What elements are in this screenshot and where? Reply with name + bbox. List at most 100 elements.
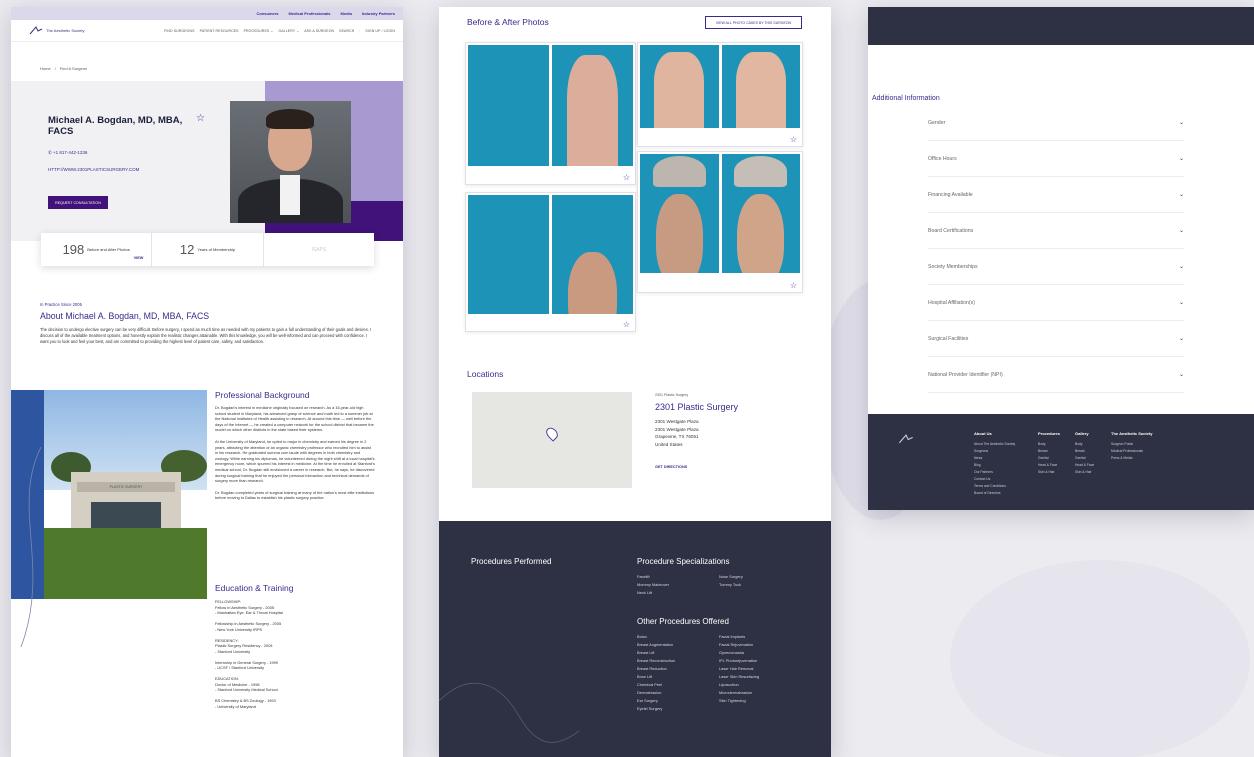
footer-link[interactable]: Skin & Hair [1075,470,1094,474]
procedure-link[interactable]: Dermabrasion [637,690,719,695]
profile-page-panel: Consumers Medical Professionals Media In… [11,7,403,757]
nav-procedures[interactable]: PROCEDURES ⌄ [244,29,274,33]
favorite-star-icon[interactable]: ☆ [790,135,797,144]
get-directions-link[interactable]: GET DIRECTIONS [655,465,687,469]
procedure-link[interactable]: IPL Photorejuvenation [719,658,801,663]
address-line: United States [655,441,683,447]
procedure-link[interactable]: Skin Tightening [719,698,801,703]
nav-find-surgeons[interactable]: FIND SURGEONS [164,29,194,33]
footer-link[interactable]: About The Aesthetic Society [974,442,1015,446]
procedure-link[interactable]: Ear Surgery [637,698,719,703]
audience-link[interactable]: Consumers [257,11,279,20]
nav-patient-resources[interactable]: PATIENT RESOURCES [200,29,239,33]
procedure-link[interactable]: Neck Lift [637,590,719,595]
accordion-financing[interactable]: Financing Available ⌄ [928,177,1184,213]
procedure-link[interactable]: Breast Lift [637,650,719,655]
footer-link[interactable]: News [974,456,1015,460]
accordion-office-hours[interactable]: Office Hours ⌄ [928,141,1184,177]
chevron-down-icon: ⌄ [1178,300,1184,306]
address-line: 2301 Westgate Plaza [655,426,699,432]
nav-gallery[interactable]: GALLERY ⌄ [278,29,299,33]
procedure-link[interactable]: Laser Skin Resurfacing [719,674,801,679]
procedure-link[interactable]: Laser Hair Removal [719,666,801,671]
footer-logo-icon[interactable] [898,434,914,444]
footer-link[interactable]: Press & Media [1111,456,1152,460]
background-title: Professional Background [215,390,310,400]
procedure-link[interactable]: Chemical Peel [637,682,719,687]
procedure-link[interactable]: Botox [637,634,719,639]
surgeon-phone[interactable]: ✆ +1 817-442-1236 [48,150,87,156]
accordion-label: Office Hours [928,155,957,162]
procedure-link[interactable]: Facial Implants [719,634,801,639]
accordion-society-memberships[interactable]: Society Memberships ⌄ [928,249,1184,285]
footer-link[interactable]: Blog [974,463,1015,467]
favorite-star-icon[interactable]: ☆ [790,281,797,290]
additional-info-panel: Additional Information Gender ⌄ Office Ho… [868,7,1254,510]
site-logo[interactable]: The Aesthetic Society [29,26,84,35]
procedure-link[interactable]: Tummy Tuck [719,582,801,587]
view-photos-link[interactable]: VIEW [134,256,144,260]
accordion-hospital-affiliations[interactable]: Hospital Affiliation(s) ⌄ [928,285,1184,321]
procedure-link[interactable]: Liposuction [719,682,801,687]
education-item: FELLOWSHIP: Fellow in Aesthetic Surgery … [215,599,283,615]
before-after-card[interactable]: ☆ [465,42,636,185]
before-after-card[interactable]: ☆ [637,151,803,293]
procedure-link[interactable]: Breast Reduction [637,666,719,671]
footer-link[interactable]: Surgeon Portal [1111,442,1152,446]
favorite-star-icon[interactable]: ☆ [623,320,630,329]
footer-society-column: The Aesthetic Society Surgeon Portal Med… [1111,431,1152,460]
accordion-surgical-facilities[interactable]: Surgical Facilities ⌄ [928,321,1184,357]
footer-link[interactable]: Genital [1038,456,1060,460]
procedure-link[interactable]: Breast Reconstruction [637,658,719,663]
procedure-link[interactable]: Facial Rejuvenation [719,642,801,647]
accordion-gender[interactable]: Gender ⌄ [928,105,1184,141]
background-paragraph: Dr. Bogdan completed years of surgical t… [215,489,375,501]
footer-link[interactable]: Body [1038,442,1060,446]
favorite-star-icon[interactable]: ☆ [196,113,205,124]
nav-search[interactable]: SEARCH [339,29,354,33]
procedure-link[interactable]: Microdermabrasion [719,690,801,695]
nav-ask-surgeon[interactable]: ASK A SURGEON [304,29,334,33]
view-all-photos-button[interactable]: VIEW ALL PHOTO CASES BY THIS SURGEON [705,16,802,29]
procedure-link[interactable]: Brow Lift [637,674,719,679]
procedure-link[interactable]: Breast Augmentation [637,642,719,647]
request-consultation-button[interactable]: REQUEST CONSULTATION [48,196,108,209]
map-pin-icon[interactable] [543,425,561,442]
procedure-link[interactable]: Mommy Makeover [637,582,719,587]
footer-link[interactable]: Breast [1075,449,1094,453]
footer-link[interactable]: Head & Face [1075,463,1094,467]
footer-link[interactable]: Skin & Hair [1038,470,1060,474]
procedure-link[interactable]: Gynecomastia [719,650,801,655]
before-after-card[interactable]: ☆ [637,42,803,147]
accordion-label: Society Memberships [928,263,978,270]
logo-text: The Aesthetic Society [46,28,85,33]
accordion-board-certifications[interactable]: Board Certifications ⌄ [928,213,1184,249]
audience-link[interactable]: Media [341,11,352,20]
footer-link[interactable]: Board of Directors [974,491,1015,495]
footer-link[interactable]: Contact Us [974,477,1015,481]
audience-link[interactable]: Industry Partners [362,11,395,20]
footer-link[interactable]: Medical Professionals [1111,449,1152,453]
footer-link[interactable]: Our Partners [974,470,1015,474]
years-label: Years of Membership [197,247,236,252]
procedure-link[interactable]: Nose Surgery [719,574,801,579]
footer-link[interactable]: Head & Face [1038,463,1060,467]
specializations-title: Procedure Specializations [637,557,730,566]
procedure-link[interactable]: Eyelid Surgery [637,706,719,711]
location-map[interactable] [472,392,632,488]
footer-link[interactable]: Terms and Conditions [974,484,1015,488]
procedure-link[interactable]: Facelift [637,574,719,579]
nav-signup-login[interactable]: SIGN UP / LOGIN [365,29,395,33]
footer-link[interactable]: Body [1075,442,1094,446]
footer-link[interactable]: Surgeons [974,449,1015,453]
favorite-star-icon[interactable]: ☆ [623,173,630,182]
breadcrumb-home[interactable]: Home [40,66,51,71]
accordion-npi[interactable]: National Provider Identifier (NPI) ⌄ [928,357,1184,393]
before-after-card[interactable]: ☆ [465,192,636,332]
footer-link[interactable]: Genital [1075,456,1094,460]
footer-link[interactable]: Breast [1038,449,1060,453]
education-list: FELLOWSHIP: Fellow in Aesthetic Surgery … [215,599,385,715]
isaps-badge: ISAPS [311,246,327,253]
surgeon-website[interactable]: HTTP://WWW.2301PLASTICSURGERY.COM [48,167,139,172]
audience-link[interactable]: Medical Professionals [289,11,331,20]
